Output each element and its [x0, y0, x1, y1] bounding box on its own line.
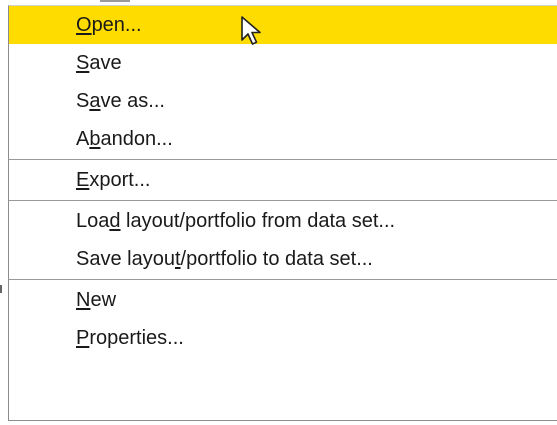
menu-item-mnemonic: N: [76, 289, 91, 311]
menu-item-mnemonic: d: [109, 210, 121, 232]
menu-item-save[interactable]: Save: [9, 44, 557, 82]
menu-separator: [9, 200, 557, 201]
menu-item-mnemonic: S: [76, 52, 90, 74]
menu-item-text: Save layou: [76, 248, 175, 270]
menu-item-abandon[interactable]: Abandon...: [9, 120, 557, 158]
menu-item-load-layout[interactable]: Load layout/portfolio from data set...: [9, 202, 557, 240]
menu-item-text: layout/portfolio from data set...: [120, 210, 396, 232]
menu-item-mnemonic: b: [89, 128, 101, 150]
menu-item-save-layout[interactable]: Save layout/portfolio to data set...: [9, 240, 557, 278]
menu-item-text: roperties...: [89, 327, 184, 349]
background-fragment: [100, 0, 130, 2]
menu-separator: [9, 279, 557, 280]
menu-group-layout: Load layout/portfolio from data set... S…: [9, 202, 557, 278]
menu-item-text: pen...: [91, 14, 142, 36]
menu-item-text: ave: [89, 52, 122, 74]
menu-item-save-as[interactable]: Save as...: [9, 82, 557, 120]
menu-group-file: Open... Save Save as... Abandon...: [9, 6, 557, 158]
menu-item-new[interactable]: New: [9, 281, 557, 319]
menu-item-properties[interactable]: Properties...: [9, 319, 557, 357]
menu-item-text: /portfolio to data set...: [180, 248, 373, 270]
menu-item-text: A: [76, 128, 90, 150]
menu-item-open[interactable]: Open...: [9, 6, 557, 44]
screen: Open... Save Save as... Abandon... Expor…: [0, 0, 557, 425]
menu-item-mnemonic: O: [76, 14, 92, 36]
menu-group-export: Export...: [9, 161, 557, 199]
background-fragment: [0, 285, 2, 293]
menu-item-text: andon...: [100, 128, 173, 150]
menu-item-mnemonic: P: [76, 327, 90, 349]
menu-item-text: Loa: [76, 210, 110, 232]
menu-item-text: ve as...: [100, 90, 165, 112]
menu-group-new: New Properties...: [9, 281, 557, 357]
menu-item-export[interactable]: Export...: [9, 161, 557, 199]
menu-item-text: ew: [90, 289, 117, 311]
menu-item-mnemonic: E: [76, 169, 90, 191]
menu-separator: [9, 159, 557, 160]
file-context-menu: Open... Save Save as... Abandon... Expor…: [8, 5, 557, 421]
menu-item-mnemonic: a: [89, 90, 101, 112]
menu-item-text: xport...: [89, 169, 151, 191]
menu-item-text: S: [76, 90, 90, 112]
